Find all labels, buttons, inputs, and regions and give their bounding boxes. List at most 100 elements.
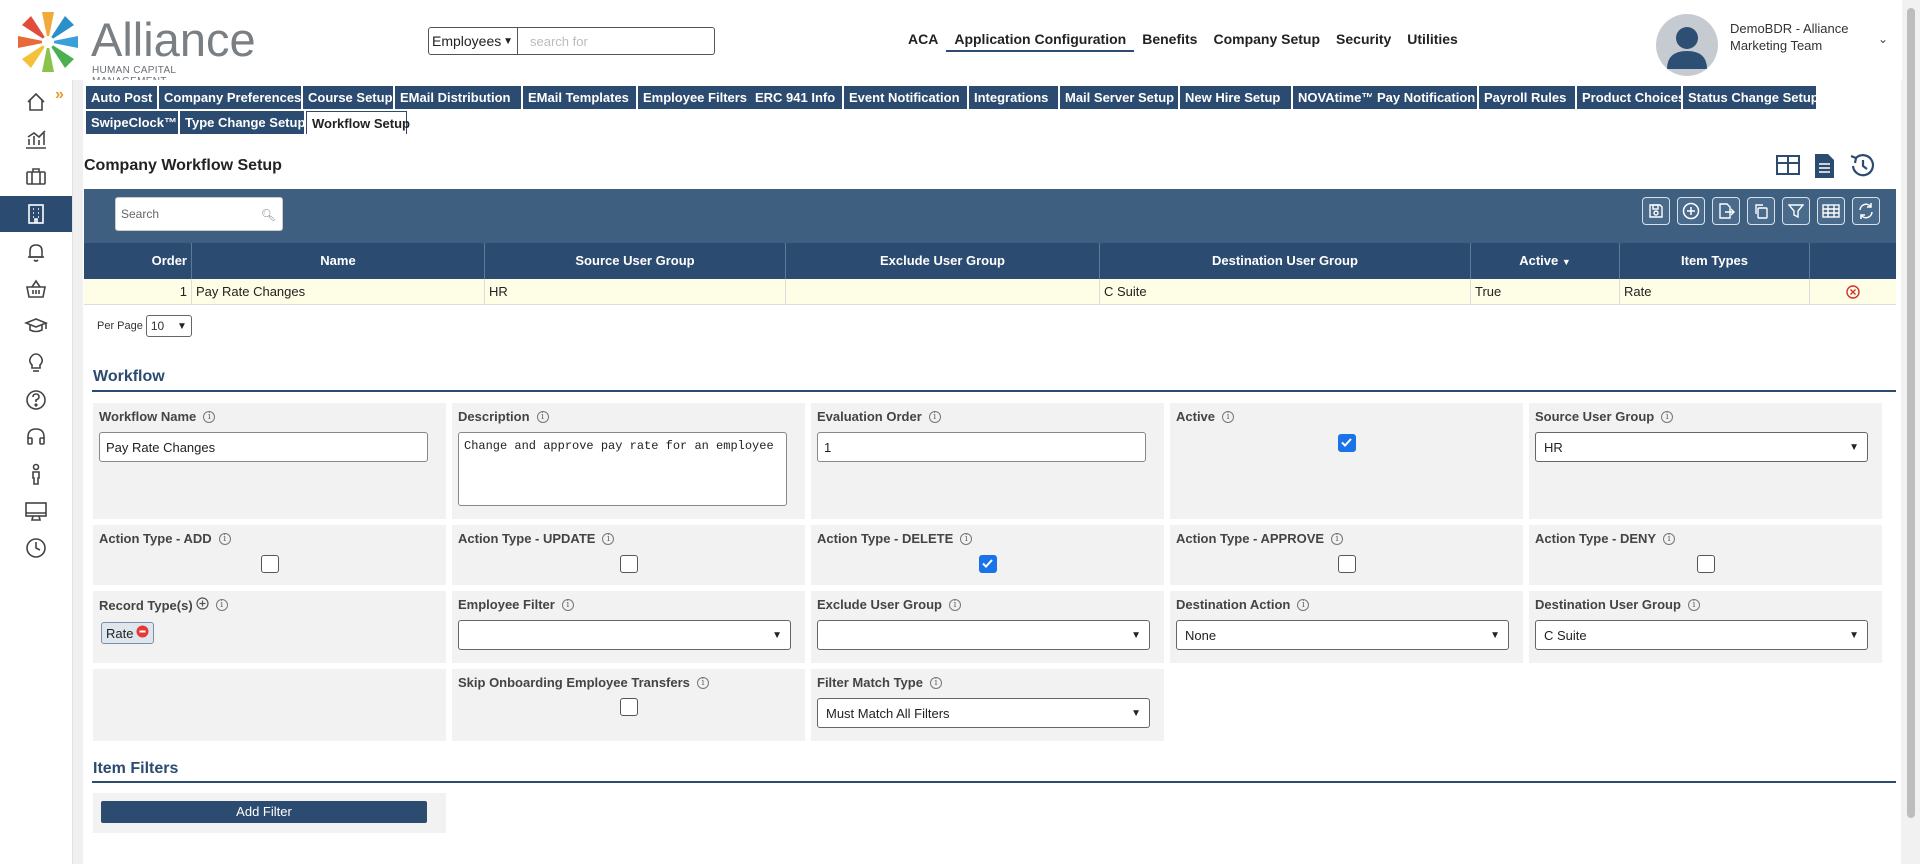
per-page-select[interactable]: 10 ▼ [145,315,192,337]
tab-employee-filters[interactable]: Employee Filters [638,86,760,109]
description-textarea[interactable]: Change and approve pay rate for an emplo… [458,432,787,506]
info-icon[interactable]: i [1331,532,1344,545]
delete-row-icon[interactable] [1810,279,1896,305]
monitor-icon[interactable] [0,493,72,529]
column-active[interactable]: Active ▼ [1471,243,1620,279]
person-icon[interactable] [0,456,72,492]
info-icon[interactable]: i [218,532,231,545]
tab-mail-server-setup[interactable]: Mail Server Setup [1060,86,1178,109]
headset-icon[interactable] [0,419,72,455]
topnav-company-setup[interactable]: Company Setup [1205,30,1328,52]
analytics-icon[interactable] [0,121,72,157]
graduation-cap-icon[interactable] [0,308,72,344]
add-icon[interactable] [1677,197,1705,225]
info-icon[interactable]: i [602,532,615,545]
tab-auto-post[interactable]: Auto Post [86,86,157,109]
basket-icon[interactable] [0,271,72,307]
lightbulb-icon[interactable] [0,345,72,381]
info-icon[interactable]: i [1687,598,1700,611]
table-row[interactable]: 1 Pay Rate Changes HR C Suite True Rate [84,279,1896,305]
active-checkbox[interactable] [1338,434,1356,452]
tab-swipeclock[interactable]: SwipeClock™ [86,111,178,134]
info-icon[interactable]: i [960,532,973,545]
add-filter-button[interactable]: Add Filter [101,801,427,823]
info-icon[interactable]: i [928,410,941,423]
scrollbar-thumb[interactable] [1907,8,1915,818]
tab-type-change-setup[interactable]: Type Change Setup [180,111,305,134]
column-item-types[interactable]: Item Types [1620,243,1810,279]
tab-email-templates[interactable]: EMail Templates [523,86,636,109]
tab-company-preferences[interactable]: Company Preferences [159,86,301,109]
tab-email-distribution[interactable]: EMail Distribution [395,86,521,109]
topnav-benefits[interactable]: Benefits [1134,30,1205,52]
tab-payroll-rules[interactable]: Payroll Rules [1479,86,1575,109]
tab-pay-notification[interactable]: Pay Notification [1372,86,1477,109]
column-name[interactable]: Name [192,243,485,279]
tab-erc-941-info[interactable]: ERC 941 Info [750,86,842,109]
home-icon[interactable] [0,84,72,120]
source-user-group-select[interactable]: HR ▼ [1535,432,1868,462]
info-icon[interactable]: i [561,598,574,611]
action-add-checkbox[interactable] [261,555,279,573]
info-icon[interactable]: i [696,676,709,689]
tab-status-change-setup[interactable]: Status Change Setup [1683,86,1819,109]
building-icon[interactable] [0,196,72,232]
tab-product-choices[interactable]: Product Choices [1577,86,1685,109]
export-icon[interactable] [1712,197,1740,225]
column-order[interactable]: Order [84,243,192,279]
help-icon[interactable] [0,382,72,418]
info-icon[interactable]: i [215,599,228,611]
tab-workflow-setup[interactable]: Workflow Setup [306,111,410,134]
remove-chip-icon[interactable] [136,625,149,641]
briefcase-icon[interactable] [0,158,72,194]
clock-icon[interactable] [0,530,72,566]
grid-search-input[interactable]: Search 🔍︎ [115,197,283,231]
scrollbar[interactable] [1902,0,1920,864]
header-search-input[interactable]: search for [518,27,715,55]
grid-view-icon[interactable] [1775,152,1801,183]
skip-onboarding-checkbox[interactable] [620,698,638,716]
refresh-icon[interactable] [1852,197,1880,225]
info-icon[interactable]: i [1222,410,1235,423]
tab-integrations[interactable]: Integrations [969,86,1058,109]
save-icon[interactable] [1642,197,1670,225]
topnav-utilities[interactable]: Utilities [1399,30,1466,52]
column-exclude-user-group[interactable]: Exclude User Group [786,243,1100,279]
topnav-security[interactable]: Security [1328,30,1399,52]
bell-icon[interactable] [0,234,72,270]
document-view-icon[interactable] [1811,152,1837,183]
action-approve-checkbox[interactable] [1338,555,1356,573]
topnav-application-configuration[interactable]: Application Configuration [946,30,1135,52]
tab-novatime[interactable]: NOVAtime™ [1293,86,1376,109]
info-icon[interactable]: i [536,410,549,423]
chevron-down-icon[interactable]: ⌄ [1878,32,1888,46]
action-update-checkbox[interactable] [620,555,638,573]
exclude-user-group-select[interactable]: ▼ [817,620,1150,650]
filter-icon[interactable] [1782,197,1810,225]
employee-filter-select[interactable]: ▼ [458,620,791,650]
search-scope-select[interactable]: Employees ▼ [428,27,518,55]
user-menu[interactable]: DemoBDR - Alliance Marketing Team ⌄ [1656,12,1896,76]
action-deny-checkbox[interactable] [1697,555,1715,573]
info-icon[interactable]: i [1663,532,1676,545]
column-destination-user-group[interactable]: Destination User Group [1100,243,1471,279]
tab-new-hire-setup[interactable]: New Hire Setup [1180,86,1291,109]
info-icon[interactable]: i [203,410,216,423]
info-icon[interactable]: i [948,598,961,611]
destination-action-select[interactable]: None ▼ [1176,620,1509,650]
alliance-logo[interactable]: Alliance HUMAN CAPITAL MANAGEMENT [10,4,256,87]
action-delete-checkbox[interactable] [979,555,997,573]
history-icon[interactable] [1847,152,1877,183]
info-icon[interactable]: i [1297,598,1310,611]
tab-course-setup[interactable]: Course Setup [303,86,393,109]
info-icon[interactable]: i [1661,410,1674,423]
topnav-aca[interactable]: ACA [900,30,946,52]
destination-user-group-select[interactable]: C Suite ▼ [1535,620,1868,650]
column-source-user-group[interactable]: Source User Group [485,243,786,279]
add-record-type-icon[interactable] [196,597,209,613]
filter-match-type-select[interactable]: Must Match All Filters ▼ [817,698,1150,728]
columns-icon[interactable] [1817,197,1845,225]
evaluation-order-input[interactable]: 1 [817,432,1146,462]
tab-event-notification[interactable]: Event Notification [844,86,967,109]
workflow-name-input[interactable]: Pay Rate Changes [99,432,428,462]
